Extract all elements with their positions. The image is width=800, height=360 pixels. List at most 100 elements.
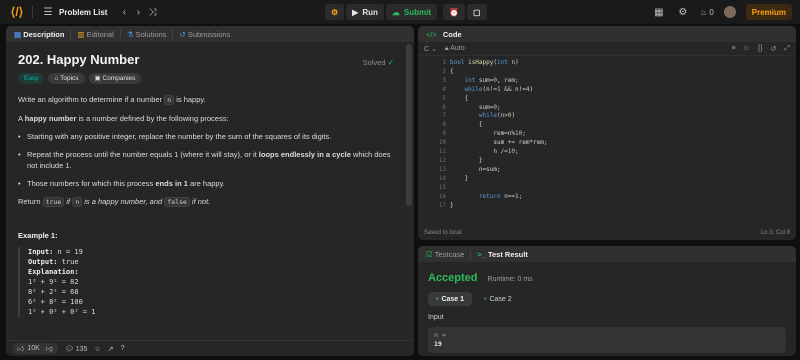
input-variable: n = [434, 331, 446, 339]
chevron-left-icon[interactable]: ‹ [117, 7, 131, 18]
description-footer: 👍︎ 10K 👎︎ 💬︎ 135 ☆ ↗ ? [6, 340, 414, 356]
inline-code: true [42, 197, 65, 207]
help-icon[interactable]: ? [121, 345, 125, 352]
problem-list-link[interactable]: Problem List [59, 8, 107, 17]
description-panel: ▤ Description ▥ Editorial ⚗ Solutions ↺ … [6, 26, 414, 356]
reset-icon[interactable]: ↺ [771, 45, 777, 53]
difficulty-badge: Easy [18, 73, 45, 84]
shuffle-icon[interactable]: ⤨ [145, 7, 159, 18]
page-title: 202. Happy Number [18, 52, 140, 67]
tab-testcase[interactable]: ☑ Testcase [426, 250, 464, 259]
debug-button[interactable]: ⚙ [325, 4, 345, 20]
thumbs-down-icon: 👎︎ [45, 346, 53, 353]
layout-icon[interactable]: ▦ [652, 7, 666, 18]
line-number: 9 [442, 130, 446, 138]
auto-mode[interactable]: 🔒︎ Auto [445, 45, 465, 53]
braces-icon[interactable]: {} [758, 45, 763, 52]
line-number: 15 [438, 183, 446, 191]
tab-description-label: Description [23, 29, 65, 39]
line-number: 4 [442, 85, 446, 93]
document-icon: ▤ [14, 29, 22, 39]
lock-icon: 🔒︎ [444, 44, 449, 52]
return-mid: is a happy number, and [82, 197, 165, 206]
submit-label: Submit [403, 7, 431, 17]
like-count: 10K [27, 345, 40, 352]
format-icon[interactable]: ≡ [731, 45, 735, 52]
line-number: 1 [442, 59, 446, 66]
building-icon: ▣ [94, 75, 101, 82]
definition-text: A happy number is a number defined by th… [18, 113, 402, 124]
companies-tag[interactable]: ▣ Companies [88, 73, 142, 84]
list-item: Repeat the process until the number equa… [18, 149, 402, 171]
topics-tag[interactable]: ⌂ Topics [48, 73, 85, 84]
code-editor[interactable]: 1 2 3 4 5 6 7 8 9 10 11 12 13 14 15 16 17 bool isHappy(i… [418, 56, 796, 210]
case-2-tab[interactable]: • Case 2 [476, 292, 520, 306]
avatar[interactable] [723, 6, 736, 18]
scrollbar[interactable] [406, 44, 412, 206]
case-label: Case 1 [441, 295, 465, 303]
gear-icon[interactable]: ⚙ [676, 7, 690, 18]
tab-test-result[interactable]: >_ Test Result [477, 250, 528, 259]
case-label: Case 2 [489, 295, 512, 303]
comment-icon: 💬︎ [64, 345, 74, 353]
code-content[interactable]: bool isHappy(int n) { int sum=0, rem; wh… [450, 59, 796, 210]
output-value: true [57, 258, 79, 266]
share-icon[interactable]: ↗ [108, 345, 114, 353]
inline-code: n [72, 197, 83, 207]
output-label: Output: [28, 258, 58, 266]
language-select[interactable]: C ⌄ [424, 45, 437, 53]
bullet-bold: ends in 1 [155, 179, 188, 188]
fullscreen-icon[interactable]: ⤢ [784, 45, 790, 53]
companies-label: Companies [102, 75, 136, 82]
return-post: if not. [189, 197, 211, 206]
list-item: Starting with any positive integer, repl… [18, 131, 402, 142]
example-title: Example 1: [18, 231, 58, 240]
explanation-line: 6² + 8² = 100 [28, 298, 83, 306]
bookmark-icon[interactable]: ⚐ [744, 45, 750, 53]
flask-icon: ⚗ [126, 29, 134, 39]
case-1-tab[interactable]: • Case 1 [428, 292, 473, 306]
language-label: C [424, 45, 430, 53]
return-pre: Return [18, 197, 43, 206]
chevron-down-icon: ⌄ [431, 45, 437, 53]
line-number: 17 [438, 201, 446, 209]
run-button[interactable]: ▶ Run [346, 4, 384, 20]
solved-label: Solved [362, 58, 386, 67]
submit-button[interactable]: ☁ Submit [385, 4, 437, 20]
terminal-icon: >_ [477, 249, 486, 259]
tab-editorial-label: Editorial [86, 29, 114, 39]
explanation-label: Explanation: [28, 268, 79, 276]
thumbs-up-icon: 👍︎ [17, 346, 25, 353]
premium-button[interactable]: Premium [745, 4, 792, 20]
list-icon[interactable]: ☰ [41, 7, 55, 18]
input-value: 19 [434, 340, 442, 348]
line-number: 16 [438, 192, 446, 200]
leetcode-logo[interactable]: ⟨/⟩ [10, 5, 24, 19]
return-mid: if [64, 197, 73, 206]
like-button[interactable]: 👍︎ 10K 👎︎ [12, 343, 58, 354]
topics-label: Topics [60, 75, 79, 82]
tab-editorial[interactable]: ▥ Editorial [77, 30, 113, 39]
tab-submissions[interactable]: ↺ Submissions [179, 30, 230, 39]
bullet-bold: loops endlessly in a cycle [258, 150, 351, 159]
intro-post: is happy. [174, 95, 206, 104]
input-label: Input [428, 314, 444, 321]
timer-button[interactable]: ⏰ [443, 4, 465, 20]
saved-status: Saved to local [424, 230, 462, 236]
inline-code: false [164, 197, 190, 207]
check-box-icon: ☑ [426, 249, 433, 259]
line-number: 10 [438, 139, 446, 147]
case-tabs: • Case 1 • Case 2 [428, 292, 786, 306]
star-icon[interactable]: ☆ [94, 345, 100, 353]
solved-status: Solved ✓ [363, 58, 394, 67]
description-tabs: ▤ Description ▥ Editorial ⚗ Solutions ↺ … [6, 26, 414, 42]
chevron-right-icon[interactable]: › [131, 7, 145, 18]
result-tabs: ☑ Testcase >_ Test Result [418, 246, 796, 262]
tab-description[interactable]: ▤ Description [14, 30, 64, 39]
user-controls: ▦ ⚙ ♨ 0 Premium [652, 4, 792, 20]
tab-testcase-label: Testcase [434, 249, 465, 259]
comments-button[interactable]: 💬︎ 135 [65, 345, 88, 353]
tab-solutions[interactable]: ⚗ Solutions [127, 30, 167, 39]
streak-counter[interactable]: ♨ 0 [700, 8, 714, 17]
notes-button[interactable]: ▢ [466, 4, 487, 20]
